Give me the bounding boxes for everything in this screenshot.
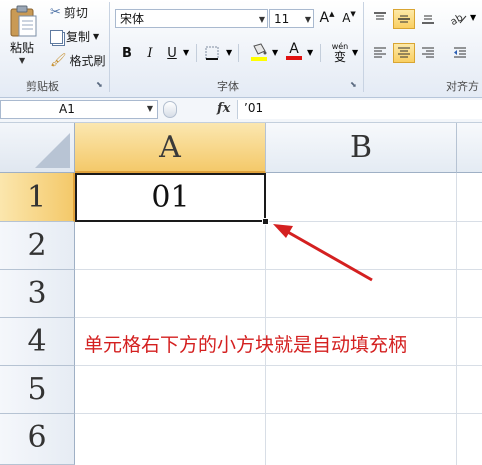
paste-label: 粘贴: [10, 41, 35, 55]
phonetic-char: 变: [333, 50, 346, 64]
group-divider: [363, 2, 364, 92]
grow-font-icon: A: [319, 10, 330, 26]
border-button[interactable]: [203, 44, 221, 62]
paint-bucket-icon: [251, 43, 267, 61]
font-color-button[interactable]: A: [285, 42, 303, 60]
font-color-swatch: [286, 56, 302, 60]
fill-color-button[interactable]: [250, 43, 268, 61]
cut-button[interactable]: ✂ 剪切: [50, 4, 88, 21]
vertical-divider: [238, 44, 239, 62]
name-box-value: A1: [59, 102, 75, 116]
formula-input[interactable]: ’01: [237, 100, 482, 119]
copy-dropdown-icon[interactable]: ▼: [93, 32, 99, 41]
underline-button[interactable]: U: [163, 44, 181, 62]
name-box-dropdown-icon[interactable]: ▼: [147, 104, 153, 113]
align-top-icon: [374, 12, 386, 20]
alignment-group-label: 对齐方: [446, 80, 479, 93]
align-bottom-icon: [422, 15, 434, 24]
border-icon: [205, 46, 219, 60]
svg-text:ab: ab: [450, 12, 465, 25]
grow-font-button[interactable]: A ▲: [318, 9, 336, 27]
font-color-icon: A: [289, 41, 299, 57]
underline-icon: U: [167, 45, 177, 61]
annotation-arrow: [273, 224, 373, 282]
clipboard-group-label: 剪贴板: [26, 80, 59, 93]
align-bottom-button[interactable]: [419, 9, 437, 27]
arrow-up-icon: ▲: [329, 10, 335, 18]
font-size-combo[interactable]: 11 ▼: [269, 9, 314, 28]
group-divider: [109, 2, 110, 92]
align-right-button[interactable]: [419, 44, 437, 62]
align-top-button[interactable]: [371, 9, 389, 27]
arrow-down-icon: ▼: [350, 10, 356, 18]
align-middle-icon: [398, 15, 410, 23]
decrease-indent-icon: [454, 47, 466, 58]
font-group-label: 字体: [217, 80, 239, 93]
orientation-dropdown-icon[interactable]: ▼: [470, 13, 476, 22]
paste-button[interactable]: 粘贴 ▼: [2, 2, 44, 72]
annotation-text: 单元格右下方的小方块就是自动填充柄: [84, 334, 408, 356]
formula-bar: A1 ▼ fx ’01: [0, 98, 482, 123]
ribbon: 粘贴 ▼ ✂ 剪切 复制 ▼ 🖌 格式刷 剪贴板 ⬊ 宋体 ▼ 11 ▼ A ▲ …: [0, 0, 482, 98]
align-left-button[interactable]: [371, 44, 389, 62]
align-center-button[interactable]: [393, 43, 415, 63]
orientation-button[interactable]: ab: [450, 9, 468, 27]
format-painter-label: 格式刷: [69, 54, 106, 68]
vertical-divider: [196, 44, 197, 62]
font-launcher-icon[interactable]: ⬊: [350, 80, 357, 89]
phonetic-button[interactable]: wén 变: [327, 42, 353, 64]
chevron-down-icon: ▼: [304, 15, 311, 24]
font-color-dropdown-icon[interactable]: ▼: [307, 48, 313, 57]
font-size-value: 11: [274, 12, 290, 26]
italic-button[interactable]: I: [141, 44, 159, 62]
chevron-down-icon: ▼: [258, 15, 265, 24]
align-left-icon: [374, 47, 386, 58]
orientation-icon: ab: [450, 12, 467, 25]
copy-button[interactable]: 复制 ▼: [50, 28, 99, 45]
align-middle-button[interactable]: [393, 9, 415, 29]
shrink-font-icon: A: [342, 11, 351, 25]
paste-icon: [10, 5, 37, 37]
format-painter-button[interactable]: 🖌 格式刷: [50, 52, 106, 69]
decrease-indent-button[interactable]: [451, 44, 469, 62]
shrink-font-button[interactable]: A ▼: [340, 9, 358, 27]
phonetic-dropdown-icon[interactable]: ▼: [352, 48, 358, 57]
underline-dropdown-icon[interactable]: ▼: [183, 48, 189, 57]
copy-label: 复制: [66, 30, 91, 44]
bold-icon: B: [122, 45, 132, 61]
scissors-icon: ✂: [50, 5, 61, 20]
border-dropdown-icon[interactable]: ▼: [226, 48, 232, 57]
worksheet-grid: A B 1 2 3 4 5 6 01 单元格右下方的小方块就是自动填充柄: [0, 123, 482, 465]
font-name-combo[interactable]: 宋体 ▼: [115, 9, 268, 28]
paste-dropdown-icon[interactable]: ▼: [19, 56, 25, 65]
italic-icon: I: [147, 45, 153, 61]
formula-bar-splitter[interactable]: [163, 101, 177, 118]
insert-function-icon[interactable]: fx: [217, 101, 230, 116]
copy-icon: [50, 29, 63, 44]
format-painter-icon: 🖌: [50, 53, 67, 68]
cut-label: 剪切: [63, 6, 88, 20]
clipboard-launcher-icon[interactable]: ⬊: [96, 80, 103, 89]
vertical-divider: [320, 44, 321, 62]
fill-color-dropdown-icon[interactable]: ▼: [272, 48, 278, 57]
align-center-icon: [398, 47, 410, 58]
name-box[interactable]: A1 ▼: [0, 100, 158, 119]
formula-value: ’01: [244, 101, 264, 115]
bold-button[interactable]: B: [118, 44, 136, 62]
font-name-value: 宋体: [120, 12, 145, 26]
align-right-icon: [422, 47, 434, 58]
